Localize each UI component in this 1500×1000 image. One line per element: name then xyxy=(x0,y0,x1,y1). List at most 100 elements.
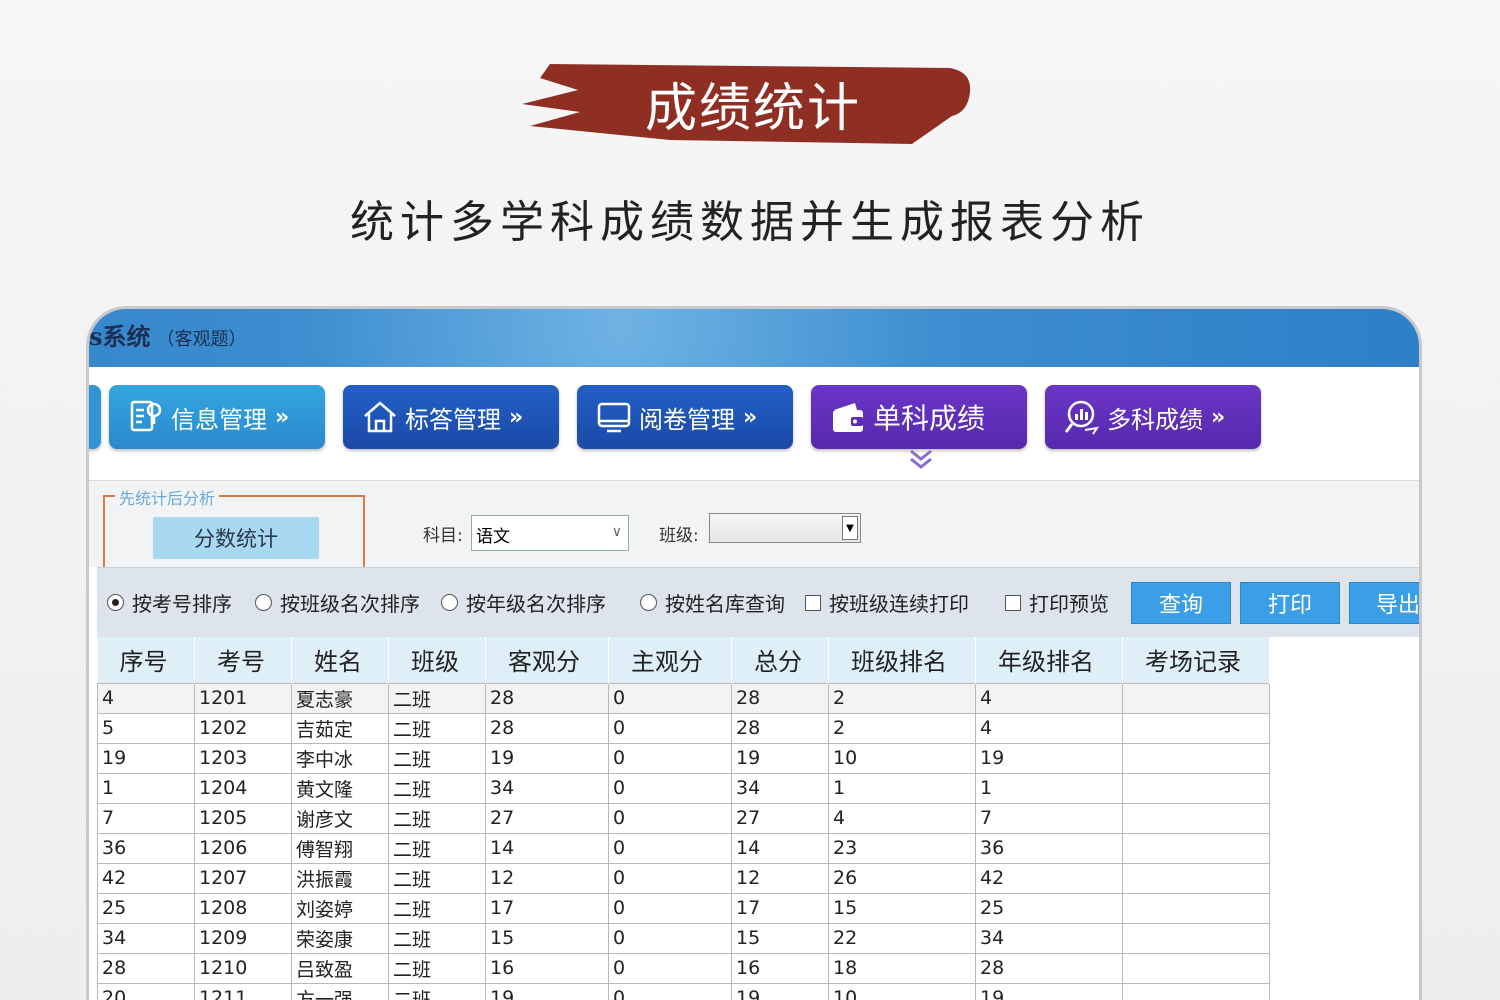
column-header[interactable]: 总分 xyxy=(731,637,829,683)
nav-button-answer-management[interactable]: 标答管理 » xyxy=(343,385,559,449)
table-row[interactable]: 28 1210 吕致盈 二班 16 0 16 18 28 xyxy=(97,952,1270,984)
table-cell: 1207 xyxy=(194,862,292,894)
table-cell: 二班 xyxy=(388,802,486,834)
chevron-right-icon: » xyxy=(275,404,290,430)
radio-label: 按姓名库查询 xyxy=(665,592,785,616)
table-header-row: 序号 考号 姓名 班级 客观分 主观分 总分 班级排名 年级排名 考场记录 xyxy=(97,637,1270,683)
page-subtitle: 统计多学科成绩数据并生成报表分析 xyxy=(350,197,1150,248)
app-header: s系统 （客观题） xyxy=(89,309,1419,367)
table-cell xyxy=(1122,802,1270,834)
checkbox-icon[interactable] xyxy=(1005,594,1021,611)
table-cell: 二班 xyxy=(388,832,486,864)
dropdown-arrow-icon[interactable]: ▼ xyxy=(842,516,858,540)
radio-icon[interactable] xyxy=(640,594,657,611)
chevron-right-icon: » xyxy=(1211,404,1226,430)
table-row[interactable]: 4 1201 夏志豪 二班 28 0 28 2 4 xyxy=(97,682,1270,714)
magnifier-chart-icon xyxy=(1064,400,1100,435)
table-cell: 谢彦文 xyxy=(291,802,389,834)
radio-selected-icon[interactable] xyxy=(107,594,124,611)
table-row[interactable]: 20 1211 方一强 二班 19 0 19 10 19 xyxy=(97,982,1270,1000)
column-header[interactable]: 姓名 xyxy=(291,637,389,683)
stat-group-label: 先统计后分析 xyxy=(115,485,220,509)
radio-sort-by-class-rank[interactable]: 按班级名次排序 xyxy=(255,588,420,617)
table-cell: 23 xyxy=(828,832,976,864)
column-header[interactable]: 班级 xyxy=(388,637,486,683)
nav-button-info-management[interactable]: 信息管理 » xyxy=(109,385,325,449)
checkbox-icon[interactable] xyxy=(805,594,821,611)
table-cell: 0 xyxy=(608,982,732,1000)
export-button[interactable]: 导出 xyxy=(1349,582,1419,624)
table-cell: 7 xyxy=(975,802,1123,834)
table-cell: 李中冰 xyxy=(291,742,389,774)
radio-icon[interactable] xyxy=(255,594,272,611)
table-cell: 0 xyxy=(608,802,732,834)
table-row[interactable]: 42 1207 洪振霞 二班 12 0 12 26 42 xyxy=(97,862,1270,894)
table-cell: 19 xyxy=(975,742,1123,774)
table-cell: 0 xyxy=(608,682,732,714)
chevron-right-icon: » xyxy=(509,404,524,430)
table-cell: 12 xyxy=(731,862,829,894)
table-cell: 1202 xyxy=(194,712,292,744)
table-cell: 1203 xyxy=(194,742,292,774)
table-cell: 28 xyxy=(731,682,829,714)
nav-button-single-subject-scores[interactable]: 单科成绩 xyxy=(811,385,1027,449)
table-cell: 15 xyxy=(485,922,609,954)
table-row[interactable]: 1 1204 黄文隆 二班 34 0 34 1 1 xyxy=(97,772,1270,804)
table-cell: 黄文隆 xyxy=(291,772,389,804)
print-button[interactable]: 打印 xyxy=(1240,582,1340,624)
table-cell: 16 xyxy=(731,952,829,984)
radio-query-by-name[interactable]: 按姓名库查询 xyxy=(640,588,785,617)
table-cell: 4 xyxy=(828,802,976,834)
table-cell: 1204 xyxy=(194,772,292,804)
table-cell xyxy=(1122,952,1270,984)
checkbox-print-by-class[interactable]: 按班级连续打印 xyxy=(805,588,969,617)
table-cell: 42 xyxy=(975,862,1123,894)
radio-icon[interactable] xyxy=(441,594,458,611)
table-cell: 2 xyxy=(828,712,976,744)
table-cell: 34 xyxy=(97,922,195,954)
class-select[interactable]: ▼ xyxy=(709,513,861,543)
app-title-text: 系统 xyxy=(102,322,151,351)
table-row[interactable]: 19 1203 李中冰 二班 19 0 19 10 19 xyxy=(97,742,1270,774)
radio-sort-by-grade-rank[interactable]: 按年级名次排序 xyxy=(441,588,606,617)
table-cell: 吕致盈 xyxy=(291,952,389,984)
nav-button-review-management[interactable]: 阅卷管理 » xyxy=(577,385,793,449)
table-cell: 14 xyxy=(485,832,609,864)
table-cell xyxy=(1122,682,1270,714)
column-header[interactable]: 客观分 xyxy=(485,637,609,683)
table-cell: 19 xyxy=(731,742,829,774)
column-header[interactable]: 主观分 xyxy=(608,637,732,683)
table-cell: 19 xyxy=(975,982,1123,1000)
column-header[interactable]: 考号 xyxy=(194,637,292,683)
table-row[interactable]: 5 1202 吉茹定 二班 28 0 28 2 4 xyxy=(97,712,1270,744)
table-row[interactable]: 34 1209 荣姿康 二班 15 0 15 22 34 xyxy=(97,922,1270,954)
table-cell: 17 xyxy=(731,892,829,924)
table-cell: 28 xyxy=(485,712,609,744)
table-row[interactable]: 36 1206 傅智翔 二班 14 0 14 23 36 xyxy=(97,832,1270,864)
table-cell: 28 xyxy=(485,682,609,714)
table-row[interactable]: 25 1208 刘姿婷 二班 17 0 17 15 25 xyxy=(97,892,1270,924)
checkbox-label: 按班级连续打印 xyxy=(829,592,969,616)
table-cell: 二班 xyxy=(388,682,486,714)
radio-sort-by-exam-no[interactable]: 按考号排序 xyxy=(107,588,232,617)
query-button[interactable]: 查询 xyxy=(1131,582,1231,624)
radio-label: 按年级名次排序 xyxy=(466,592,606,616)
table-cell: 42 xyxy=(97,862,195,894)
table-cell: 20 xyxy=(97,982,195,1000)
column-header[interactable]: 考场记录 xyxy=(1122,637,1270,683)
column-header[interactable]: 班级排名 xyxy=(828,637,976,683)
table-cell: 19 xyxy=(731,982,829,1000)
table-cell: 7 xyxy=(97,802,195,834)
subject-select[interactable]: 语文 ∨ xyxy=(471,515,629,551)
subject-label: 科目: xyxy=(423,526,463,546)
table-cell: 二班 xyxy=(388,862,486,894)
checkbox-print-preview[interactable]: 打印预览 xyxy=(1005,588,1109,617)
table-row[interactable]: 7 1205 谢彦文 二班 27 0 27 4 7 xyxy=(97,802,1270,834)
column-header[interactable]: 序号 xyxy=(97,637,195,683)
column-header[interactable]: 年级排名 xyxy=(975,637,1123,683)
nav-button-partial[interactable] xyxy=(89,385,101,449)
score-statistics-button[interactable]: 分数统计 xyxy=(153,517,319,559)
table-cell: 28 xyxy=(975,952,1123,984)
nav-button-multi-subject-scores[interactable]: 多科成绩 » xyxy=(1045,385,1261,449)
table-cell: 10 xyxy=(828,982,976,1000)
